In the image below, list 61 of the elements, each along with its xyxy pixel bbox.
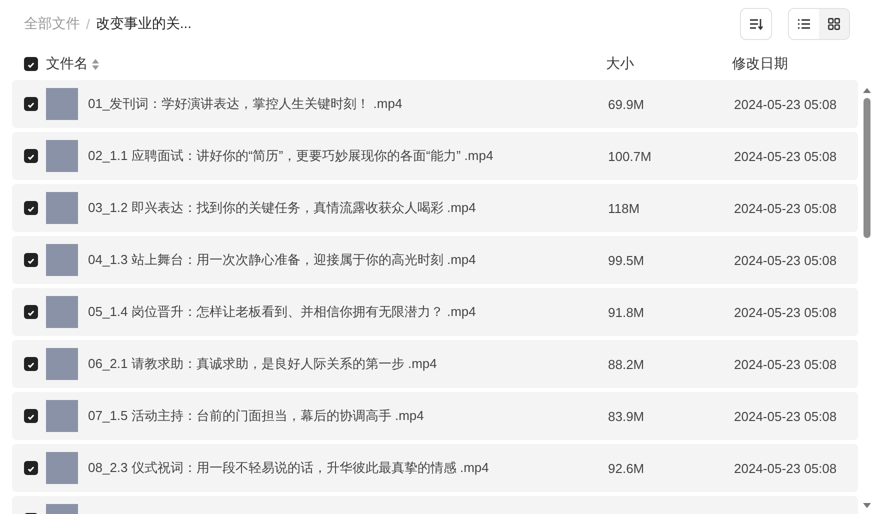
video-thumbnail (46, 244, 78, 276)
file-row[interactable]: 04_1.3 站上舞台：用一次次静心准备，迎接属于你的高光时刻 .mp4 99.5M 2024-05-23 05:08 (12, 236, 858, 284)
file-name: 01_发刊词：学好演讲表达，掌控人生关键时刻！ .mp4 (88, 95, 404, 113)
file-size: 92.6M (608, 460, 646, 476)
modified-date: 2024-05-23 05:08 (734, 460, 838, 476)
list-icon (798, 19, 810, 29)
grid-view-button[interactable] (819, 9, 849, 39)
file-row[interactable]: 06_2.1 请教求助：真诚求助，是良好人际关系的第一步 .mp4 88.2M 2024-05-23 05:08 (12, 340, 858, 388)
video-thumbnail (46, 140, 78, 172)
modified-date: 2024-05-23 05:08 (734, 252, 838, 268)
checkbox[interactable] (24, 409, 38, 423)
file-name: 07_1.5 活动主持：台前的门面担当，幕后的协调高手 .mp4 (88, 407, 425, 425)
file-size: 99.5M (608, 252, 646, 268)
file-size: 69.9M (608, 96, 646, 112)
sort-button[interactable] (740, 8, 772, 40)
file-row[interactable]: 01_发刊词：学好演讲表达，掌控人生关键时刻！ .mp4 69.9M 2024-05-23 05:08 (12, 80, 858, 128)
file-row[interactable]: 08_2.3 仪式祝词：用一段不轻易说的话，升华彼此最真挚的情感 .mp4 92.6M 2024-05-23 05:08 (12, 444, 858, 492)
sort-icon (92, 58, 99, 70)
file-size: 88.2M (608, 356, 646, 372)
file-name: 06_2.1 请教求助：真诚求助，是良好人际关系的第一步 .mp4 (88, 355, 438, 373)
modified-date: 2024-05-23 05:08 (734, 304, 838, 320)
column-header[interactable]: 大小 (606, 55, 732, 73)
file-size: 118M (608, 200, 641, 216)
video-thumbnail (46, 452, 78, 484)
checkbox[interactable] (24, 253, 38, 267)
video-thumbnail (46, 296, 78, 328)
video-thumbnail (46, 192, 78, 224)
modified-date: 2024-05-23 05:08 (734, 148, 838, 164)
file-name: 02_1.1 应聘面试：讲好你的“简历”，更要巧妙展现你的各面“能力” .mp4 (88, 147, 494, 165)
breadcrumb-separator: / (86, 16, 90, 32)
file-size: 91.8M (608, 304, 646, 320)
file-size: 83.9M (608, 408, 646, 424)
file-size: 100.7M (608, 148, 652, 164)
file-row[interactable]: 02_1.1 应聘面试：讲好你的“简历”，更要巧妙展现你的各面“能力” .mp4 100.7M 2024-05-23 05:08 (12, 132, 858, 180)
sort-lines-icon (749, 18, 763, 30)
checkbox[interactable] (24, 357, 38, 371)
video-thumbnail (46, 400, 78, 432)
modified-date: 2024-05-23 05:08 (734, 200, 838, 216)
column-header[interactable]: 修改日期 (732, 55, 788, 73)
modified-date: 2024-05-23 05:08 (734, 96, 838, 112)
scrollbar[interactable] (862, 86, 872, 510)
video-thumbnail (46, 88, 78, 120)
modified-date: 2024-05-23 05:08 (734, 356, 838, 372)
file-row[interactable]: 03_1.2 即兴表达：找到你的关键任务，真情流露收获众人喝彩 .mp4 118M 2024-05-23 05:08 (12, 184, 858, 232)
file-name: 03_1.2 即兴表达：找到你的关键任务，真情流露收获众人喝彩 .mp4 (88, 199, 477, 217)
modified-date: 2024-05-23 05:08 (734, 408, 838, 424)
checkbox[interactable] (24, 305, 38, 319)
checkbox[interactable] (24, 57, 38, 71)
checkbox[interactable] (24, 97, 38, 111)
checkbox[interactable] (24, 201, 38, 215)
file-row[interactable]: 07_1.5 活动主持：台前的门面担当，幕后的协调高手 .mp4 83.9M 2024-05-23 05:08 (12, 392, 858, 440)
file-name: 04_1.3 站上舞台：用一次次静心准备，迎接属于你的高光时刻 .mp4 (88, 251, 477, 269)
column-header[interactable]: 文件名 (46, 55, 88, 73)
checkbox[interactable] (24, 461, 38, 475)
breadcrumb-item[interactable]: 改变事业的关... (96, 15, 192, 33)
checkbox[interactable] (24, 149, 38, 163)
video-thumbnail (46, 348, 78, 380)
grid-icon (828, 18, 840, 30)
file-row[interactable]: 05_1.4 岗位晋升：怎样让老板看到、并相信你拥有无限潜力？ .mp4 91.8M 2024-05-23 05:08 (12, 288, 858, 336)
file-name: 08_2.3 仪式祝词：用一段不轻易说的话，升华彼此最真挚的情感 .mp4 (88, 459, 490, 477)
file-name: 05_1.4 岗位晋升：怎样让老板看到、并相信你拥有无限潜力？ .mp4 (88, 303, 477, 321)
